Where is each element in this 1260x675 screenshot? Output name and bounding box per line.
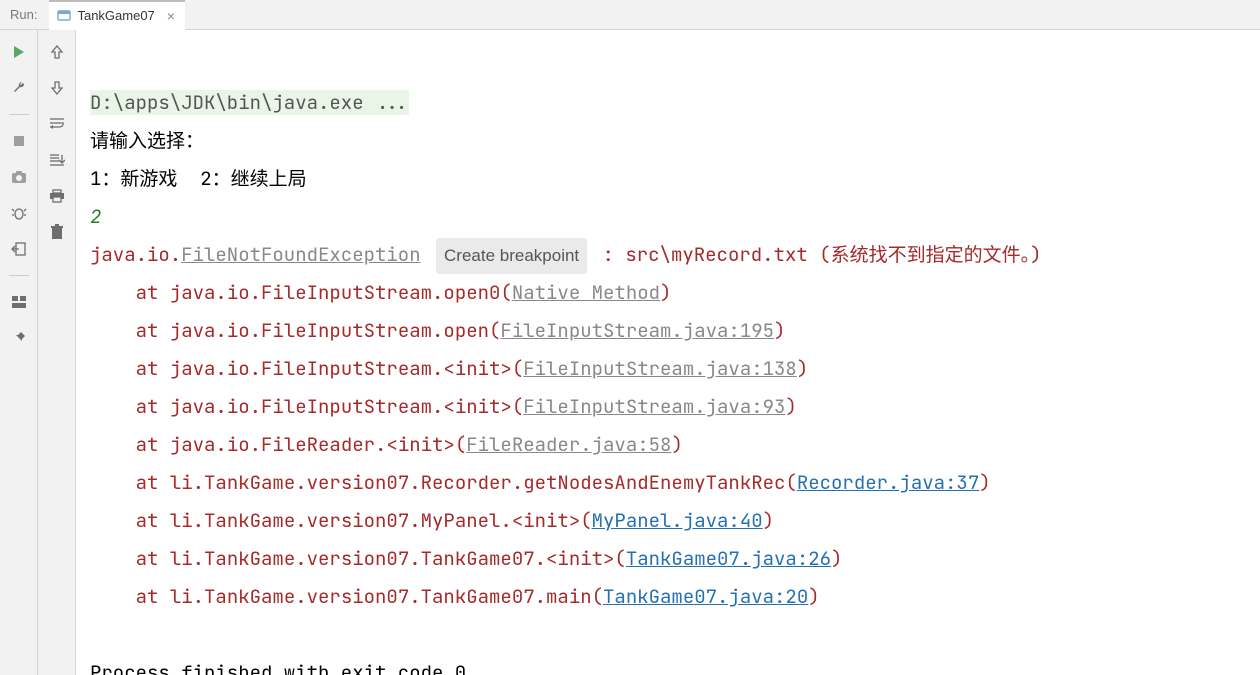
run-header: Run: TankGame07 × [0,0,1260,30]
stack-method: java.io.FileInputStream.open [170,318,489,343]
process-finished: Process finished with exit code 0 [90,660,466,675]
layout-icon[interactable] [9,292,29,312]
close-icon[interactable]: × [167,8,175,24]
stack-method: li.TankGame.version07.MyPanel.<init> [170,508,580,533]
wrench-icon[interactable] [9,78,29,98]
stack-source-link[interactable]: Native Method [512,280,660,305]
camera-icon[interactable] [9,167,29,187]
trash-icon[interactable] [47,222,67,242]
exit-icon[interactable] [9,239,29,259]
create-breakpoint-button[interactable]: Create breakpoint [436,238,587,274]
stack-method: li.TankGame.version07.TankGame07.main [170,584,592,609]
stop-button[interactable] [9,131,29,151]
stack-at: at [136,470,170,495]
separator [9,114,29,115]
scroll-to-end-icon[interactable] [47,150,67,170]
run-tab[interactable]: TankGame07 × [49,0,185,30]
stack-at: at [136,280,170,305]
pin-icon[interactable] [9,328,29,348]
debug-icon[interactable] [9,203,29,223]
tab-title: TankGame07 [77,8,154,23]
separator [9,275,29,276]
stack-source-link[interactable]: TankGame07.java:20 [603,584,808,609]
console-output[interactable]: D:\apps\JDK\bin\java.exe ... 请输入选择： 1：新游… [76,30,1260,675]
console-gutter [38,30,76,675]
user-input: 2 [90,204,101,229]
exception-class-link[interactable]: FileNotFoundException [181,242,420,267]
left-gutter [0,30,38,675]
stack-source-link[interactable]: MyPanel.java:40 [592,508,763,533]
down-arrow-icon[interactable] [47,78,67,98]
main-area: D:\apps\JDK\bin\java.exe ... 请输入选择： 1：新游… [0,30,1260,675]
soft-wrap-icon[interactable] [47,114,67,134]
stack-at: at [136,546,170,571]
stack-source-link[interactable]: FileReader.java:58 [466,432,671,457]
stack-method: java.io.FileInputStream.open0 [170,280,501,305]
stack-at: at [136,356,170,381]
stack-trace: at java.io.FileInputStream.open0(Native … [90,274,1246,616]
options-text: 1：新游戏 2：继续上局 [90,166,307,191]
stack-source-link[interactable]: TankGame07.java:26 [626,546,831,571]
print-icon[interactable] [47,186,67,206]
stack-at: at [136,584,170,609]
stack-at: at [136,394,170,419]
rerun-button[interactable] [9,42,29,62]
stack-source-link[interactable]: FileInputStream.java:93 [523,394,785,419]
stack-source-link[interactable]: FileInputStream.java:195 [500,318,774,343]
stack-method: li.TankGame.version07.Recorder.getNodesA… [170,470,786,495]
app-icon [57,9,71,23]
stack-method: java.io.FileReader.<init> [170,432,455,457]
stack-method: java.io.FileInputStream.<init> [170,356,512,381]
stack-source-link[interactable]: Recorder.java:37 [797,470,979,495]
stack-at: at [136,432,170,457]
run-label: Run: [10,7,49,22]
exception-line: java.io.FileNotFoundException Create bre… [90,242,1041,267]
stack-source-link[interactable]: FileInputStream.java:138 [523,356,797,381]
stack-method: java.io.FileInputStream.<init> [170,394,512,419]
prompt-text: 请输入选择： [90,128,204,153]
up-arrow-icon[interactable] [47,42,67,62]
stack-at: at [136,318,170,343]
stack-at: at [136,508,170,533]
command-line: D:\apps\JDK\bin\java.exe ... [90,90,409,115]
stack-method: li.TankGame.version07.TankGame07.<init> [170,546,615,571]
